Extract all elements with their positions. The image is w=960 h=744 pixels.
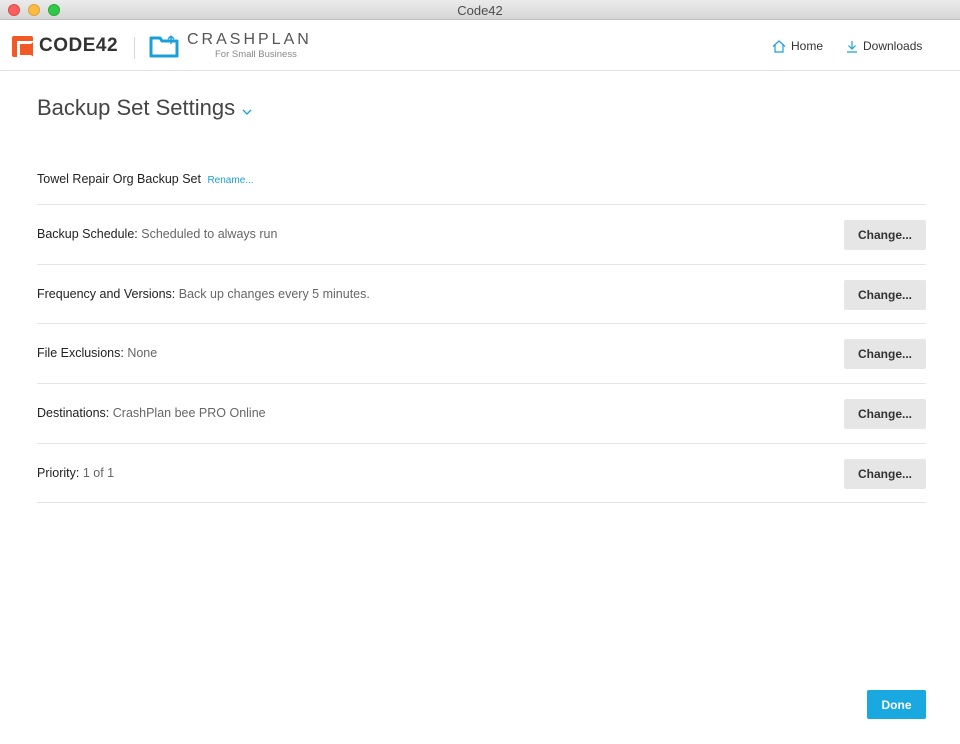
- setting-label: Frequency and Versions:: [37, 287, 176, 301]
- nav-downloads-label: Downloads: [863, 39, 923, 53]
- nav-home-label: Home: [791, 39, 824, 53]
- divider: [37, 443, 926, 444]
- setting-row-destinations: Destinations: CrashPlan bee PRO Online C…: [37, 399, 926, 429]
- setting-value: Back up changes every 5 minutes.: [178, 287, 370, 301]
- divider: [37, 502, 926, 503]
- backup-set-name-row: Towel Repair Org Backup Set Rename...: [37, 172, 254, 186]
- change-exclusions-button[interactable]: Change...: [844, 339, 926, 369]
- crashplan-brand: CRASHPLAN: [187, 31, 312, 48]
- change-destinations-button[interactable]: Change...: [844, 399, 926, 429]
- window-titlebar: Code42: [0, 0, 960, 20]
- setting-row-priority: Priority: 1 of 1 Change...: [37, 459, 926, 489]
- change-backup-schedule-button[interactable]: Change...: [844, 220, 926, 250]
- page-title-text: Backup Set Settings: [37, 95, 236, 120]
- home-icon: [772, 39, 786, 53]
- setting-row-file-exclusions: File Exclusions: None Change...: [37, 339, 926, 369]
- rename-link[interactable]: Rename...: [207, 175, 253, 186]
- change-frequency-button[interactable]: Change...: [844, 280, 926, 310]
- backup-set-name: Towel Repair Org Backup Set: [37, 172, 201, 186]
- chevron-down-icon[interactable]: [242, 109, 252, 115]
- change-priority-button[interactable]: Change...: [844, 459, 926, 489]
- code42-logo-icon: [12, 36, 34, 58]
- window-title: Code42: [457, 3, 503, 18]
- setting-label: Backup Schedule:: [37, 227, 138, 241]
- divider: [37, 264, 926, 265]
- setting-value: Scheduled to always run: [141, 227, 278, 241]
- header-divider: [134, 37, 135, 59]
- crashplan-subtitle: For Small Business: [215, 49, 297, 60]
- setting-label: Destinations:: [37, 406, 110, 420]
- page-title[interactable]: Backup Set Settings: [37, 95, 252, 121]
- code42-logo-text: CODE42: [39, 35, 119, 56]
- crashplan-folder-icon: [149, 35, 179, 58]
- setting-label: Priority:: [37, 466, 80, 480]
- done-button[interactable]: Done: [867, 690, 926, 719]
- setting-row-frequency-versions: Frequency and Versions: Back up changes …: [37, 280, 926, 310]
- nav-downloads-link[interactable]: Downloads: [846, 39, 922, 53]
- divider: [37, 383, 926, 384]
- divider: [37, 323, 926, 324]
- nav-home-link[interactable]: Home: [772, 39, 823, 53]
- setting-row-backup-schedule: Backup Schedule: Scheduled to always run…: [37, 220, 926, 250]
- setting-label: File Exclusions:: [37, 346, 124, 360]
- setting-value: CrashPlan bee PRO Online: [112, 406, 266, 420]
- app-header: CODE42 CRASHPLAN For Small Business Home…: [0, 21, 960, 71]
- setting-value: None: [127, 346, 158, 360]
- setting-value: 1 of 1: [82, 466, 115, 480]
- download-icon: [847, 40, 857, 53]
- divider: [37, 204, 926, 205]
